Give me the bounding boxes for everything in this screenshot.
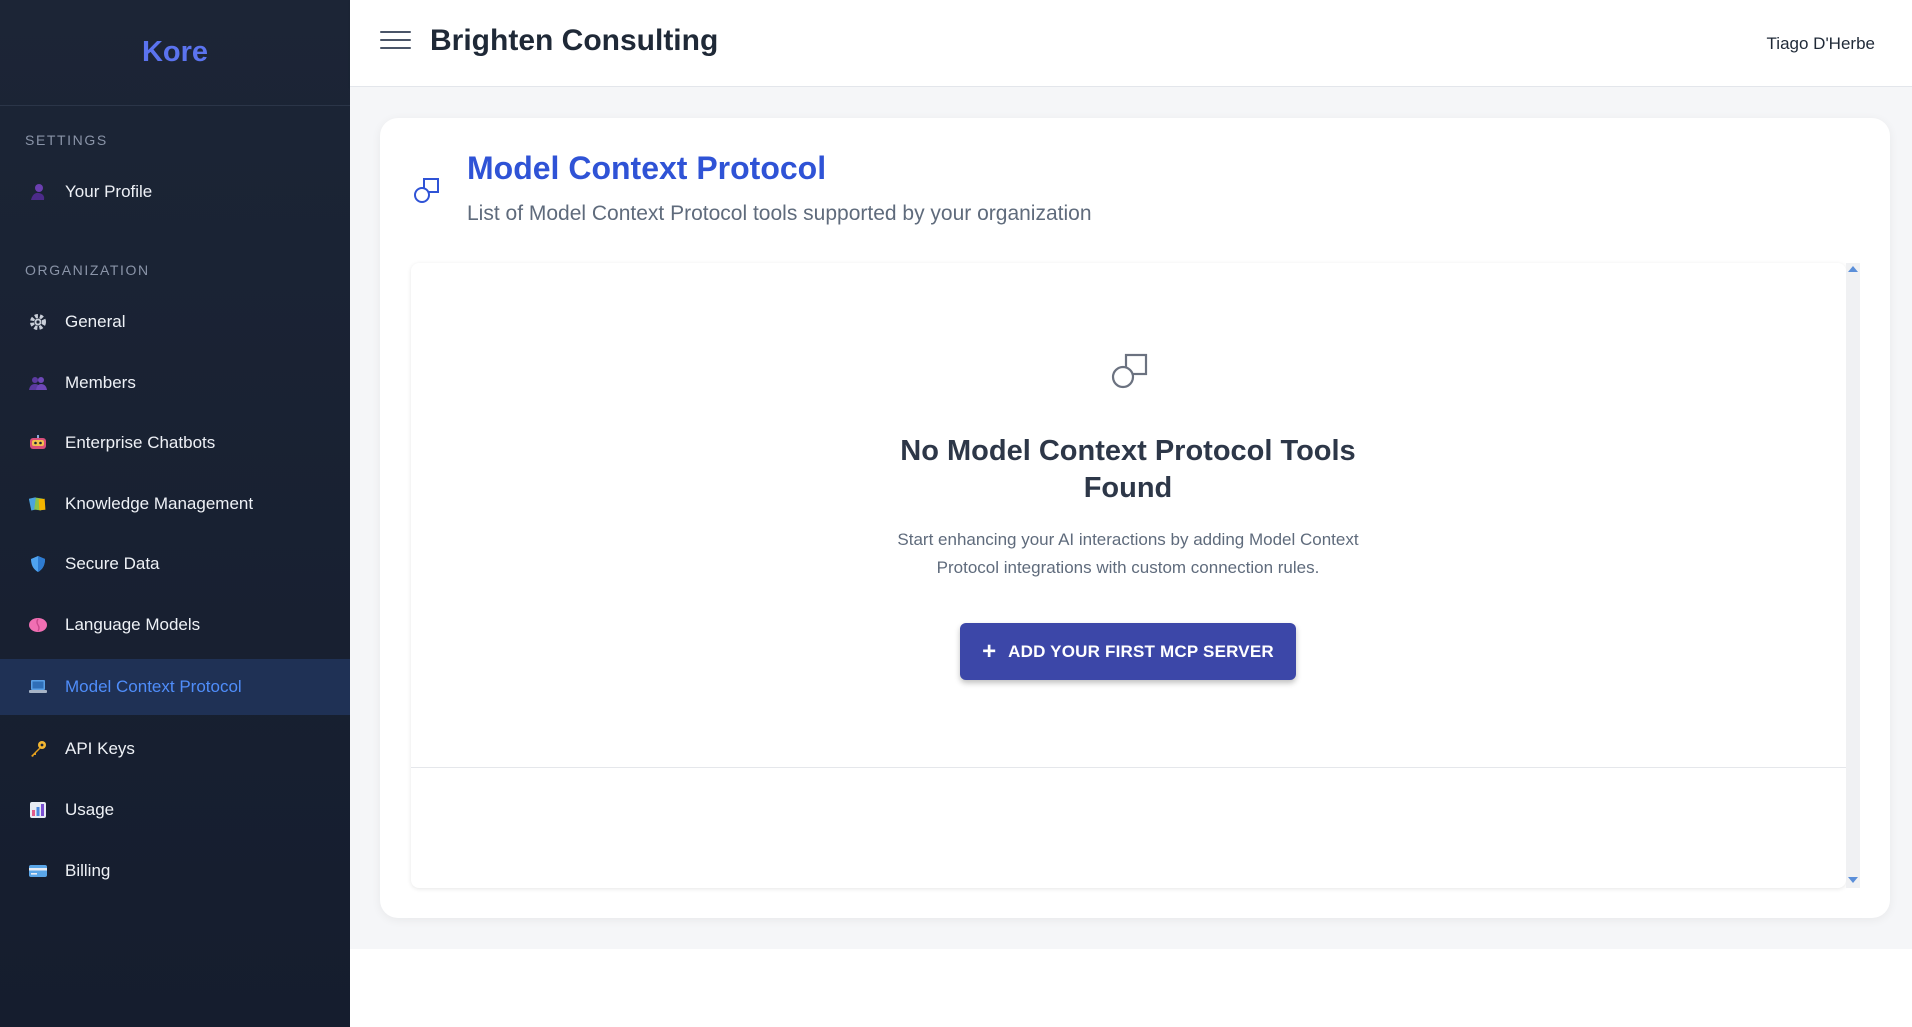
chart-icon bbox=[28, 800, 48, 820]
sidebar-item-your-profile[interactable]: Your Profile bbox=[0, 164, 350, 220]
sidebar-item-label: Usage bbox=[65, 800, 115, 819]
chatbot-icon bbox=[28, 433, 48, 453]
empty-state-title: No Model Context Protocol Tools Found bbox=[900, 435, 1356, 504]
key-icon bbox=[28, 739, 48, 759]
laptop-icon bbox=[28, 677, 48, 697]
empty-state-description: Start enhancing your AI interactions by … bbox=[897, 530, 1359, 577]
add-mcp-server-label: ADD YOUR FIRST MCP SERVER bbox=[1008, 641, 1274, 661]
profile-icon bbox=[28, 182, 48, 202]
sidebar-item-label: Language Models bbox=[65, 615, 201, 634]
brain-icon bbox=[28, 615, 48, 635]
sidebar-item-label: Secure Data bbox=[65, 554, 160, 573]
sidebar-item-enterprise-chatbots[interactable]: Enterprise Chatbots bbox=[0, 415, 350, 471]
sidebar-item-label: Knowledge Management bbox=[65, 494, 254, 513]
gear-icon bbox=[28, 312, 48, 332]
sidebar-item-label: Billing bbox=[65, 861, 111, 880]
members-icon bbox=[28, 373, 48, 393]
shield-icon bbox=[28, 554, 48, 574]
user-menu[interactable]: Tiago D'Herbe bbox=[1767, 34, 1875, 54]
sidebar-item-label: Enterprise Chatbots bbox=[65, 433, 216, 452]
page-title: Model Context Protocol bbox=[467, 150, 827, 186]
knowledge-icon bbox=[28, 494, 48, 514]
empty-state-shapes-icon bbox=[1110, 352, 1150, 397]
sidebar-item-language-models[interactable]: Language Models bbox=[0, 597, 350, 653]
sidebar-item-label: Your Profile bbox=[65, 182, 153, 201]
sidebar-item-label: API Keys bbox=[65, 739, 135, 758]
panel-divider bbox=[411, 767, 1846, 768]
organization-title: Brighten Consulting bbox=[430, 24, 719, 57]
sidebar-item-model-context-protocol[interactable]: Model Context Protocol bbox=[0, 659, 353, 715]
settings-section-label: SETTINGS bbox=[25, 132, 108, 148]
sidebar-item-label: Model Context Protocol bbox=[65, 677, 242, 696]
sidebar-item-label: Members bbox=[65, 373, 136, 392]
sidebar-item-knowledge-management[interactable]: Knowledge Management bbox=[0, 476, 350, 532]
scroll-down-arrow-icon[interactable] bbox=[1848, 877, 1858, 883]
plus-icon: + bbox=[982, 637, 997, 665]
brand-logo-text[interactable]: Kore bbox=[142, 36, 208, 69]
shapes-icon bbox=[413, 177, 441, 210]
sidebar: Kore SETTINGS Your Profile ORGANIZATION … bbox=[0, 0, 353, 1027]
page-subtitle: List of Model Context Protocol tools sup… bbox=[467, 202, 1092, 225]
scroll-up-arrow-icon[interactable] bbox=[1848, 266, 1858, 272]
credit-card-icon bbox=[28, 861, 48, 881]
sidebar-item-secure-data[interactable]: Secure Data bbox=[0, 536, 350, 592]
sidebar-item-label: General bbox=[65, 312, 126, 331]
sidebar-item-api-keys[interactable]: API Keys bbox=[0, 721, 350, 777]
sidebar-item-general[interactable]: General bbox=[0, 294, 350, 350]
organization-section-label: ORGANIZATION bbox=[25, 262, 150, 278]
top-header: Brighten Consulting Tiago D'Herbe bbox=[350, 0, 1912, 87]
sidebar-item-billing[interactable]: Billing bbox=[0, 843, 350, 899]
sidebar-item-usage[interactable]: Usage bbox=[0, 782, 350, 838]
add-mcp-server-button[interactable]: + ADD YOUR FIRST MCP SERVER bbox=[960, 623, 1296, 680]
menu-icon[interactable] bbox=[380, 31, 411, 55]
sidebar-item-members[interactable]: Members bbox=[0, 355, 350, 411]
brand-header: Kore bbox=[0, 0, 350, 106]
scrollbar[interactable] bbox=[1846, 263, 1860, 888]
